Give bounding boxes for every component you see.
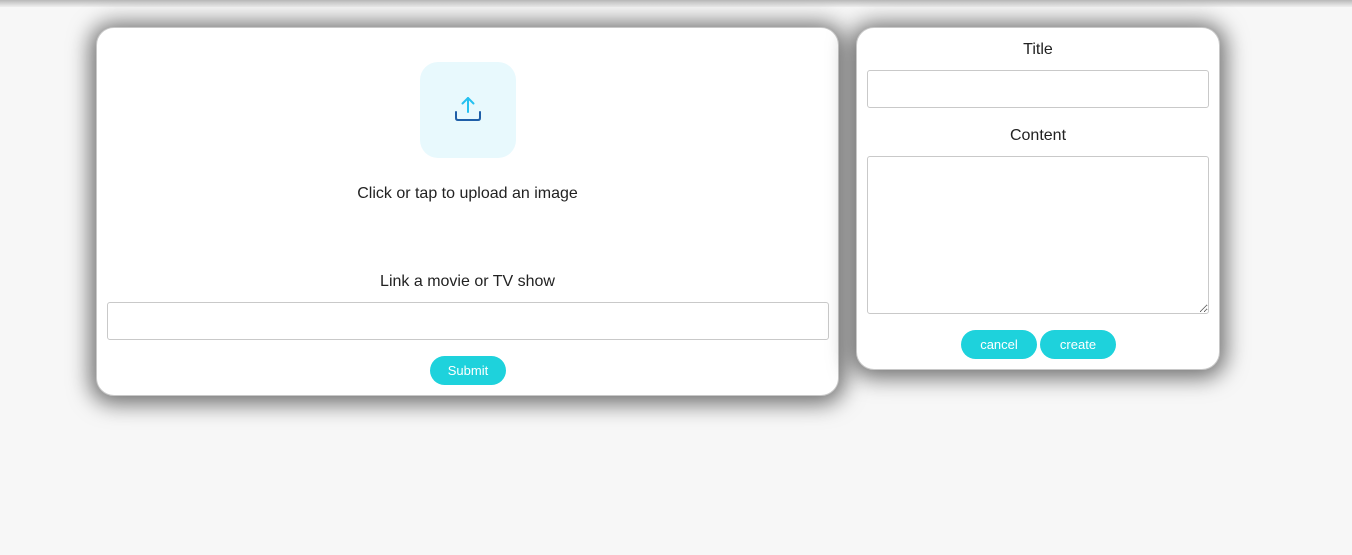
title-input[interactable] bbox=[867, 70, 1209, 108]
upload-prompt[interactable]: Click or tap to upload an image bbox=[97, 185, 838, 203]
post-panel: Title Content cancel create bbox=[856, 27, 1220, 370]
link-media-input[interactable] bbox=[107, 302, 829, 340]
link-media-label: Link a movie or TV show bbox=[380, 273, 555, 290]
upload-image-button[interactable] bbox=[420, 62, 516, 158]
upload-icon bbox=[455, 97, 481, 121]
title-label: Title bbox=[1023, 41, 1053, 58]
create-button[interactable]: create bbox=[1040, 330, 1116, 359]
submit-button[interactable]: Submit bbox=[430, 356, 506, 385]
content-textarea[interactable] bbox=[867, 156, 1209, 314]
top-bar bbox=[0, 0, 1352, 7]
upload-panel: Click or tap to upload an image Link a m… bbox=[96, 27, 839, 396]
content-label: Content bbox=[1009, 127, 1067, 144]
cancel-button[interactable]: cancel bbox=[961, 330, 1037, 359]
